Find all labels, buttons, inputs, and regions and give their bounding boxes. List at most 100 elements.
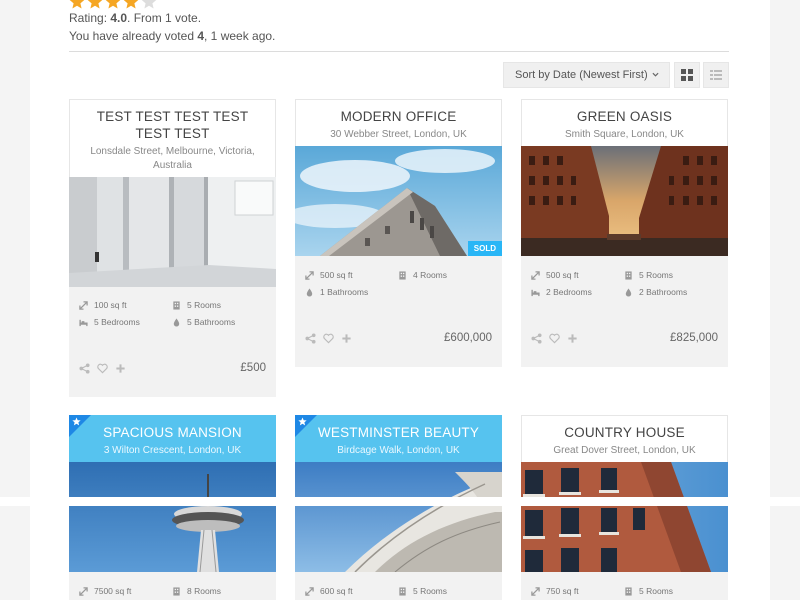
feature-text: 8 Rooms bbox=[187, 586, 222, 596]
feature-area: 7500 sq ft bbox=[79, 586, 131, 596]
property-image[interactable] bbox=[69, 462, 276, 572]
property-price: £500 bbox=[240, 362, 266, 374]
heart-icon[interactable] bbox=[323, 333, 334, 344]
property-card[interactable]: WESTMINSTER BEAUTY Birdcage Walk, London… bbox=[295, 415, 502, 600]
chevron-down-icon bbox=[652, 72, 659, 77]
rooms-icon bbox=[399, 270, 406, 280]
area-icon bbox=[305, 586, 314, 596]
feature-text: 5 Bathrooms bbox=[187, 317, 236, 327]
rating-label: Rating: bbox=[69, 11, 111, 25]
feature-text: 2 Bathrooms bbox=[639, 287, 688, 297]
card-header: WESTMINSTER BEAUTY Birdcage Walk, London… bbox=[295, 415, 502, 462]
feature-text: 5 Rooms bbox=[413, 586, 448, 596]
property-card[interactable]: COUNTRY HOUSE Great Dover Street, London… bbox=[521, 415, 728, 600]
property-title[interactable]: SPACIOUS MANSION bbox=[70, 424, 275, 441]
star-filled-icon[interactable] bbox=[105, 0, 121, 10]
rooms-icon bbox=[399, 586, 406, 596]
star-filled-icon[interactable] bbox=[87, 0, 103, 10]
feature-area: 600 sq ft bbox=[305, 586, 353, 596]
area-icon bbox=[79, 300, 88, 310]
rooms-icon bbox=[625, 270, 632, 280]
rooms-icon bbox=[625, 586, 632, 596]
property-image[interactable] bbox=[69, 177, 276, 287]
list-view-icon bbox=[710, 70, 722, 80]
property-card[interactable]: SPACIOUS MANSION 3 Wilton Crescent, Lond… bbox=[69, 415, 276, 600]
share-icon[interactable] bbox=[531, 333, 542, 344]
grid-view-icon bbox=[681, 69, 693, 81]
rating-stars[interactable] bbox=[69, 0, 157, 10]
area-icon bbox=[531, 270, 540, 280]
list-view-button[interactable] bbox=[703, 62, 729, 88]
property-card[interactable]: TEST TEST TEST TEST TEST TEST Lonsdale S… bbox=[69, 99, 276, 397]
rating-votes: . From 1 vote. bbox=[127, 11, 202, 25]
sort-label: Sort by Date (Newest First) bbox=[515, 69, 648, 81]
property-title[interactable]: MODERN OFFICE bbox=[296, 108, 501, 125]
property-address: Birdcage Walk, London, UK bbox=[337, 445, 460, 456]
card-actions bbox=[305, 333, 352, 344]
property-card[interactable]: MODERN OFFICE 30 Webber Street, London, … bbox=[295, 99, 502, 367]
area-icon bbox=[305, 270, 314, 280]
feature-area: 500 sq ft bbox=[531, 270, 579, 280]
feature-rooms: 8 Rooms bbox=[172, 586, 221, 596]
star-filled-icon[interactable] bbox=[69, 0, 85, 10]
grid-view-button[interactable] bbox=[674, 62, 700, 88]
featured-star-icon bbox=[298, 417, 307, 426]
property-price: £600,000 bbox=[444, 332, 492, 344]
feature-bathrooms: 2 Bathrooms bbox=[624, 287, 687, 297]
heart-icon[interactable] bbox=[97, 363, 108, 374]
render-seam bbox=[0, 497, 800, 506]
feature-text: 5 Rooms bbox=[639, 586, 674, 596]
voted-time: , 1 week ago. bbox=[204, 29, 276, 43]
plus-icon[interactable] bbox=[567, 333, 578, 344]
property-address: Lonsdale Street, Melbourne, Victoria, Au… bbox=[90, 146, 255, 171]
property-title[interactable]: GREEN OASIS bbox=[522, 108, 727, 125]
feature-bedrooms: 5 Bedrooms bbox=[79, 317, 140, 327]
plus-icon[interactable] bbox=[341, 333, 352, 344]
property-address: Smith Square, London, UK bbox=[565, 129, 684, 140]
property-address: 3 Wilton Crescent, London, UK bbox=[103, 445, 242, 456]
share-icon[interactable] bbox=[305, 333, 316, 344]
voted-value: 4 bbox=[197, 29, 205, 43]
feature-text: 500 sq ft bbox=[546, 270, 579, 280]
property-title[interactable]: WESTMINSTER BEAUTY bbox=[296, 424, 501, 441]
plus-icon[interactable] bbox=[115, 363, 126, 374]
bath-icon bbox=[625, 287, 632, 297]
property-image[interactable]: SOLD bbox=[295, 146, 502, 256]
feature-area: 750 sq ft bbox=[531, 586, 579, 596]
user-vote-info: You have already voted 4, 1 week ago. bbox=[69, 29, 275, 43]
property-card[interactable]: GREEN OASIS Smith Square, London, UK 500… bbox=[521, 99, 728, 367]
card-header: GREEN OASIS Smith Square, London, UK bbox=[521, 99, 728, 146]
heart-icon[interactable] bbox=[549, 333, 560, 344]
area-icon bbox=[531, 586, 540, 596]
feature-text: 600 sq ft bbox=[320, 586, 353, 596]
feature-text: 5 Rooms bbox=[639, 270, 674, 280]
star-filled-icon[interactable] bbox=[123, 0, 139, 10]
card-header: TEST TEST TEST TEST TEST TEST Lonsdale S… bbox=[69, 99, 276, 177]
card-header: COUNTRY HOUSE Great Dover Street, London… bbox=[521, 415, 728, 462]
star-empty-icon[interactable] bbox=[141, 0, 157, 10]
feature-rooms: 4 Rooms bbox=[398, 270, 447, 280]
voted-label: You have already voted bbox=[69, 29, 198, 43]
feature-rooms: 5 Rooms bbox=[624, 586, 673, 596]
rooms-icon bbox=[173, 586, 180, 596]
card-actions bbox=[79, 363, 126, 374]
property-image[interactable] bbox=[295, 462, 502, 572]
sort-dropdown[interactable]: Sort by Date (Newest First) bbox=[503, 62, 670, 88]
property-title[interactable]: COUNTRY HOUSE bbox=[522, 424, 727, 441]
property-image[interactable] bbox=[521, 462, 728, 572]
feature-rooms: 5 Rooms bbox=[624, 270, 673, 280]
feature-text: 100 sq ft bbox=[94, 300, 127, 310]
featured-star-icon bbox=[72, 417, 81, 426]
feature-text: 4 Rooms bbox=[413, 270, 448, 280]
feature-text: 7500 sq ft bbox=[94, 586, 132, 596]
feature-text: 2 Bedrooms bbox=[546, 287, 592, 297]
property-title[interactable]: TEST TEST TEST TEST TEST TEST bbox=[70, 108, 275, 142]
rating-summary: Rating: 4.0. From 1 vote. bbox=[69, 11, 201, 25]
bath-icon bbox=[306, 287, 313, 297]
feature-text: 5 Bedrooms bbox=[94, 317, 140, 327]
share-icon[interactable] bbox=[79, 363, 90, 374]
feature-area: 500 sq ft bbox=[305, 270, 353, 280]
property-image[interactable] bbox=[521, 146, 728, 256]
property-address: 30 Webber Street, London, UK bbox=[330, 129, 467, 140]
feature-text: 750 sq ft bbox=[546, 586, 579, 596]
